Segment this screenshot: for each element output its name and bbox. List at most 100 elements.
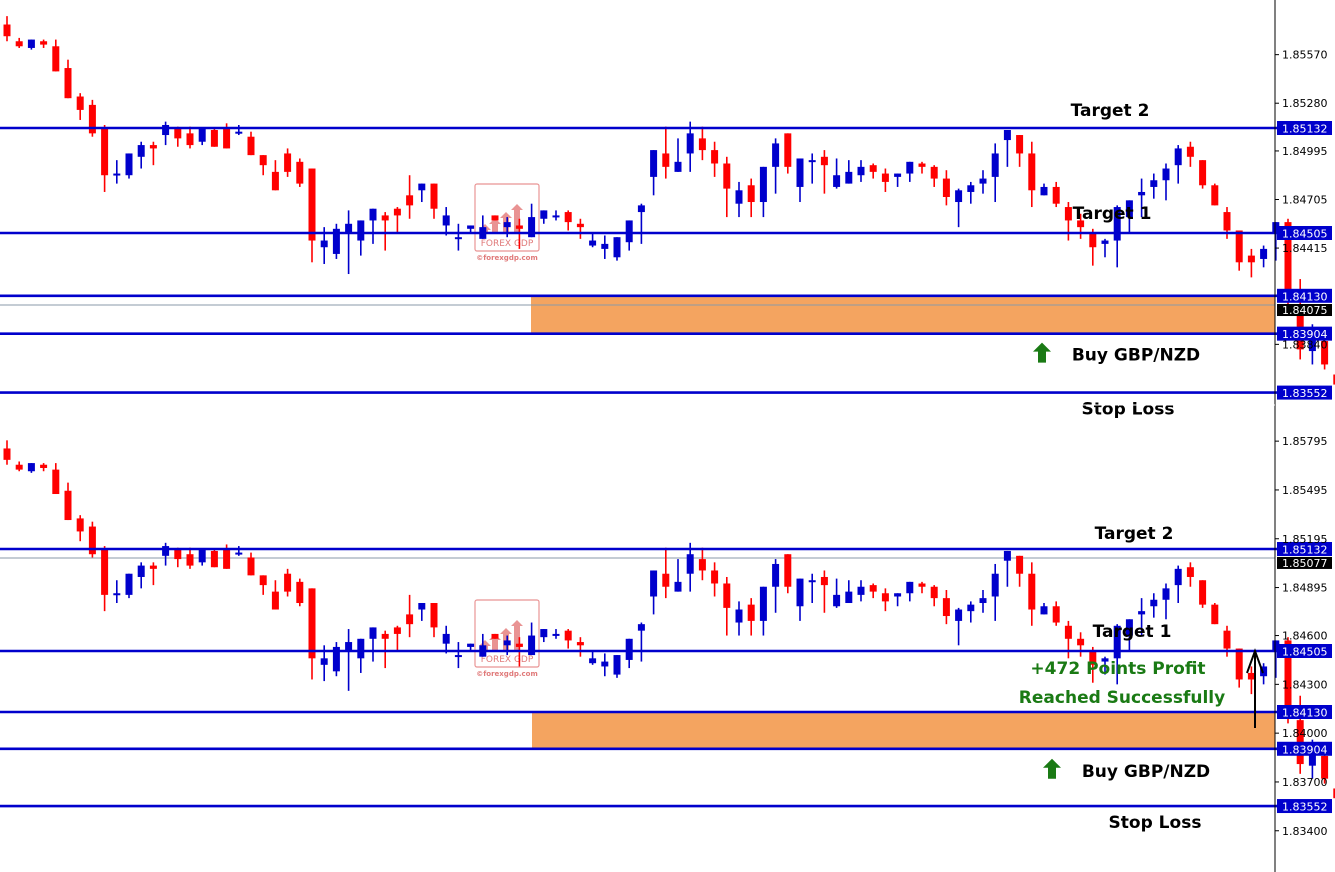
y-tick-label: 1.83840	[1282, 338, 1328, 351]
candle-body	[113, 173, 121, 176]
candle-body	[1162, 588, 1170, 600]
candle-body	[1174, 148, 1182, 166]
candle-body	[637, 205, 645, 213]
candle-body	[1138, 611, 1146, 615]
bull-candle	[833, 158, 841, 189]
bear-candle	[149, 562, 157, 586]
price-tag-text-stop-loss: 1.83552	[1282, 801, 1328, 814]
candle-body	[393, 208, 401, 216]
bull-candle	[613, 237, 621, 261]
bear-candle	[942, 170, 950, 206]
bear-candle	[1028, 562, 1036, 626]
bull-candle	[1003, 130, 1011, 167]
candle-body	[503, 640, 511, 646]
buy-zone	[531, 295, 1275, 334]
y-tick-label: 1.83400	[1282, 825, 1328, 838]
bull-candle	[601, 235, 609, 259]
candle-body	[1223, 212, 1231, 231]
bear-candle	[1052, 601, 1060, 626]
candle-body	[1052, 186, 1060, 204]
candle-body	[3, 448, 11, 460]
candle-body	[808, 160, 816, 163]
candle-body	[820, 576, 828, 586]
candle-body	[1064, 207, 1072, 221]
watermark-url: ©forexgdp.com	[476, 670, 538, 678]
bear-candle	[1028, 141, 1036, 208]
bull-candle	[1101, 238, 1109, 258]
bear-candle	[1235, 230, 1243, 271]
candle-body	[759, 586, 767, 621]
y-tick-label: 1.84600	[1282, 630, 1328, 643]
bull-candle	[442, 625, 450, 654]
candle-body	[491, 215, 499, 221]
candle-body	[833, 594, 841, 607]
candle-body	[1003, 550, 1011, 561]
candle-body	[589, 658, 597, 664]
bear-candle	[1089, 228, 1097, 266]
candle-body	[918, 163, 926, 167]
bull-candle	[759, 166, 767, 218]
bear-candle	[1016, 555, 1024, 587]
candle-body	[650, 570, 658, 597]
bull-candle	[235, 124, 243, 136]
bear-candle	[210, 128, 218, 147]
candle-body	[613, 237, 621, 258]
bull-candle	[808, 153, 816, 184]
candle-body	[369, 208, 377, 221]
bear-candle	[247, 131, 255, 156]
candle-body	[796, 158, 804, 187]
bull-candle	[894, 173, 902, 187]
bull-candle	[833, 578, 841, 608]
candle-body	[515, 643, 523, 647]
candle-body	[711, 150, 719, 164]
bull-candle	[442, 207, 450, 236]
bear-candle	[930, 165, 938, 187]
y-tick-label: 1.85280	[1282, 97, 1328, 110]
candle-body	[894, 173, 902, 177]
candle-body	[808, 580, 816, 583]
bear-candle	[711, 141, 719, 177]
candle-body	[40, 41, 48, 45]
bear-candle	[40, 463, 48, 472]
bear-candle	[820, 150, 828, 194]
candle-body	[149, 565, 157, 569]
bull-candle	[991, 143, 999, 203]
bear-candle	[76, 515, 84, 542]
bull-candle	[1162, 163, 1170, 201]
candle-body	[442, 633, 450, 644]
candle-body	[1016, 135, 1024, 154]
buy-arrow-icon	[1043, 758, 1061, 779]
bull-candle	[1040, 603, 1048, 615]
bear-candle	[698, 126, 706, 161]
candle-body	[27, 39, 35, 48]
candle-body	[149, 145, 157, 149]
bull-candle	[369, 208, 377, 244]
candle-body	[1150, 599, 1158, 607]
bull-candle	[845, 580, 853, 604]
bear-candle	[76, 93, 84, 120]
bull-candle	[735, 181, 743, 218]
candle-body	[1260, 248, 1268, 259]
chart-panel-top: FOREX GDP ©forexgdp.com 1.85132 Target 2 1.8…	[0, 16, 1335, 420]
bear-candle	[930, 585, 938, 607]
bull-candle	[979, 589, 987, 613]
bull-candle	[345, 629, 353, 691]
bear-candle	[406, 594, 414, 638]
candle-body	[601, 661, 609, 667]
y-tick-label: 1.85795	[1282, 435, 1328, 448]
bear-candle	[662, 547, 670, 599]
bull-candle	[759, 586, 767, 636]
candle-body	[430, 183, 438, 209]
bear-candle	[284, 148, 292, 177]
bear-candle	[784, 133, 792, 174]
bear-candle	[1077, 632, 1085, 657]
bull-candle	[1174, 565, 1182, 604]
bear-candle	[259, 575, 267, 595]
bull-candle	[808, 573, 816, 604]
candle-body	[467, 225, 475, 229]
bull-candle	[1150, 173, 1158, 199]
bear-candle	[1186, 562, 1194, 587]
candle-body	[540, 210, 548, 219]
candle-body	[1016, 555, 1024, 574]
candle-body	[308, 588, 316, 659]
